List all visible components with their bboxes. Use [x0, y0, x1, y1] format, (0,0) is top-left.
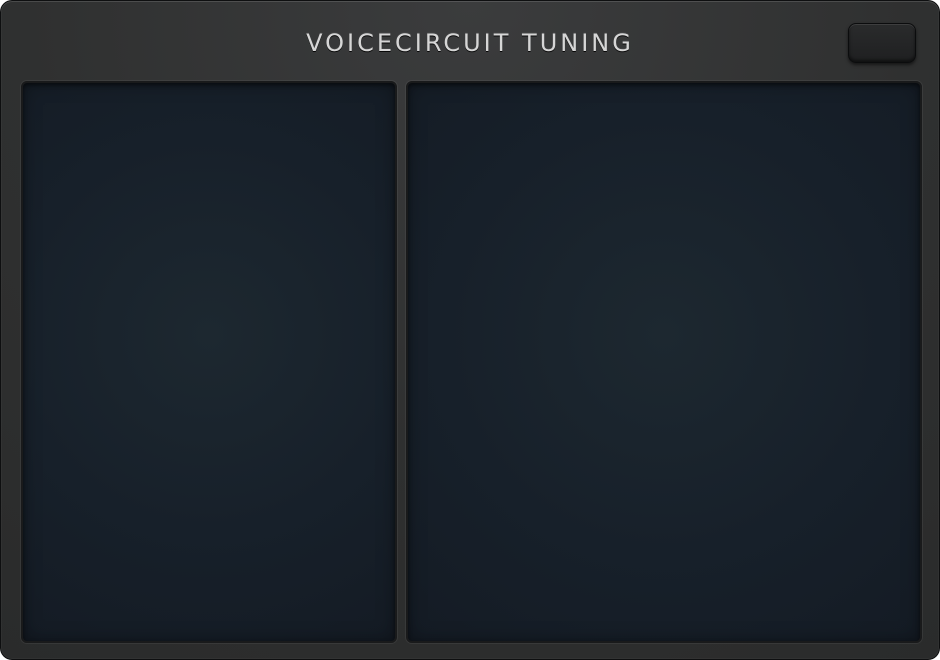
right-panel	[406, 81, 922, 643]
window-corner-button[interactable]	[848, 23, 916, 63]
window-title: VOICECIRCUIT TUNING	[306, 29, 634, 57]
left-panel	[21, 81, 397, 643]
tuning-window: VOICECIRCUIT TUNING	[0, 0, 940, 660]
